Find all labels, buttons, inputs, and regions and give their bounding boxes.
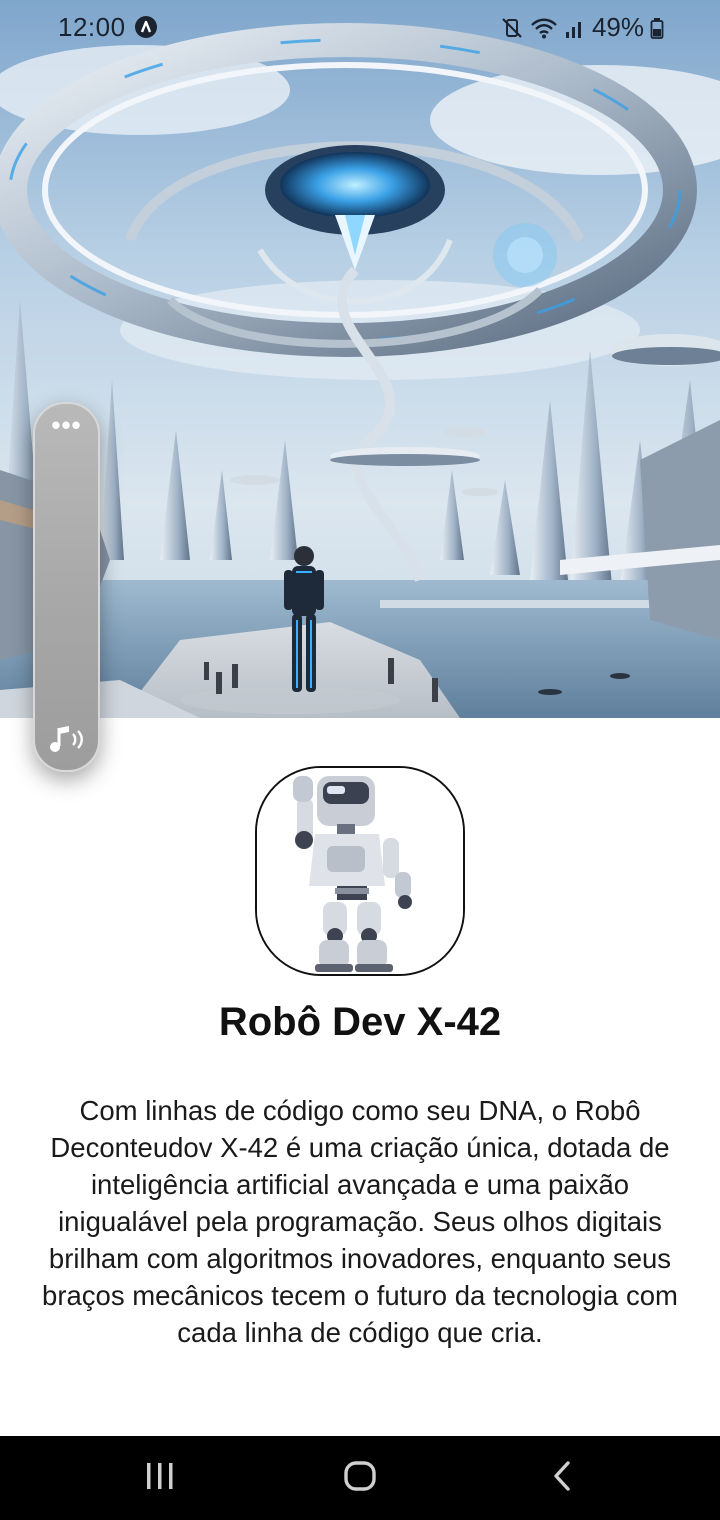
back-button[interactable]	[522, 1450, 602, 1506]
status-icons: 49%	[500, 12, 664, 43]
battery-percent: 49%	[591, 12, 644, 42]
home-button[interactable]	[320, 1450, 400, 1506]
recents-icon	[144, 1461, 176, 1496]
sound-icon[interactable]	[47, 722, 87, 756]
profile-description: Com linhas de código como seu DNA, o Rob…	[42, 1095, 678, 1348]
status-bar: 12:00 49%	[0, 0, 720, 58]
wifi-icon	[530, 16, 558, 40]
home-icon	[343, 1460, 377, 1497]
signal-icon	[564, 16, 586, 40]
robot-avatar-image	[255, 766, 465, 976]
recents-button[interactable]	[120, 1450, 200, 1506]
profile-title: Robô Dev X-42	[218, 1000, 502, 1044]
more-options-button[interactable]: •••	[35, 412, 98, 438]
back-icon	[550, 1460, 574, 1497]
sound-panel[interactable]: •••	[33, 402, 100, 772]
app-screen: 12:00 49% ••• Robô Dev X-42 Com linhas d…	[0, 0, 720, 1520]
mute-vibrate-icon	[500, 16, 524, 40]
auto-a-icon	[135, 16, 157, 38]
navigation-bar	[0, 1436, 720, 1520]
battery-icon	[650, 16, 664, 40]
futuristic-city-image	[0, 0, 720, 718]
status-time: 12:00	[58, 12, 126, 42]
